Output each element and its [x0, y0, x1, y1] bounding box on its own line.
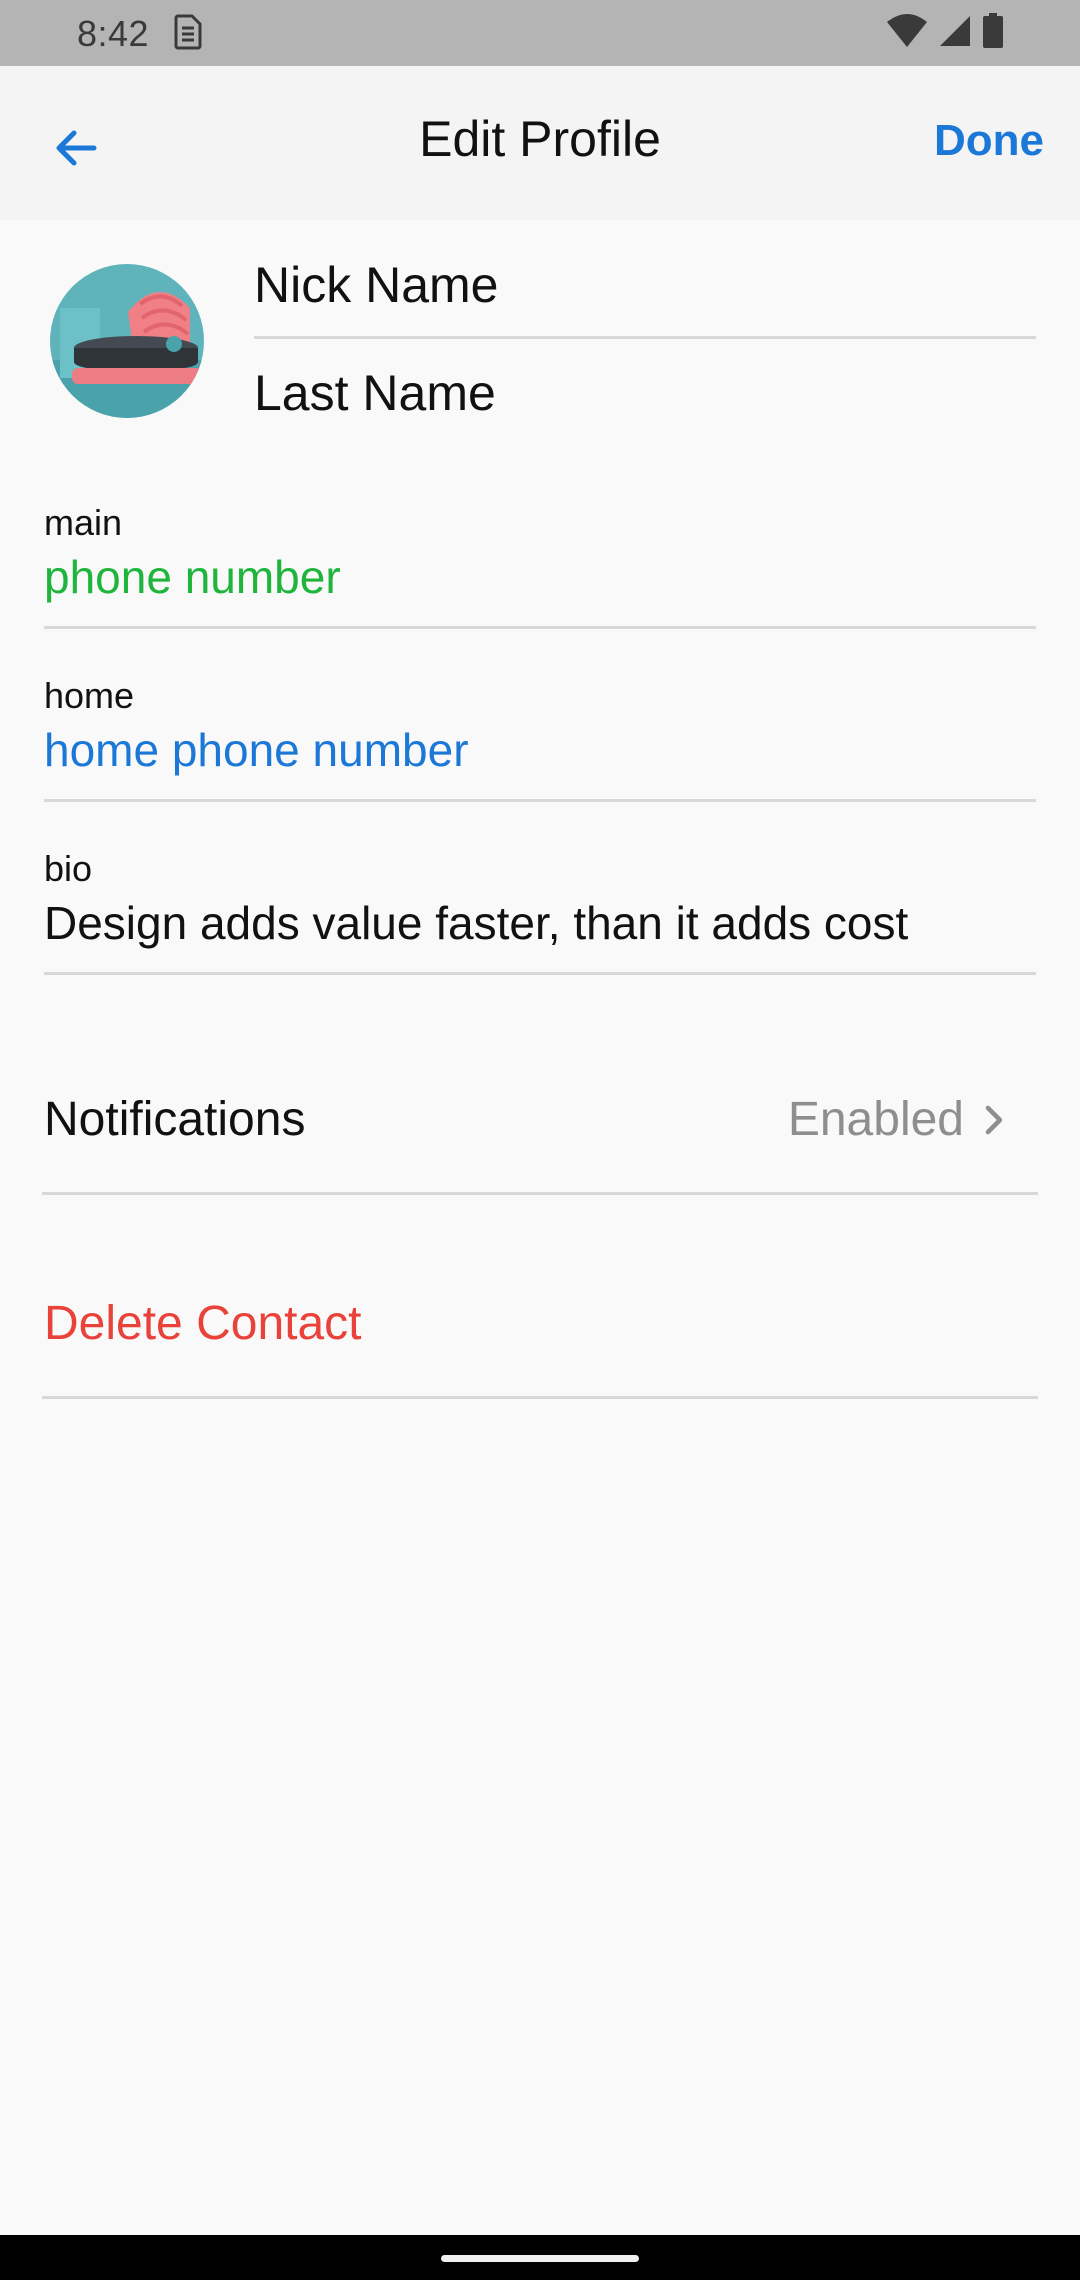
home-phone-label: home — [44, 675, 135, 716]
status-icons — [886, 12, 1004, 53]
wifi-icon — [886, 13, 928, 53]
system-nav-bar — [0, 2235, 1080, 2280]
delete-contact-button[interactable]: Delete Contact — [42, 1246, 1038, 1399]
battery-icon — [982, 12, 1004, 54]
cellular-signal-icon — [938, 14, 972, 53]
done-button[interactable]: Done — [934, 116, 1044, 166]
page-title: Edit Profile — [419, 111, 661, 167]
status-bar: 8:42 — [0, 0, 1080, 66]
avatar[interactable] — [50, 264, 204, 418]
home-phone-field[interactable]: home home phone number — [44, 675, 1036, 802]
notifications-label: Notifications — [44, 1093, 306, 1146]
chevron-right-icon — [985, 1105, 1003, 1135]
home-phone-value[interactable]: home phone number — [44, 723, 469, 777]
main-phone-label: main — [44, 502, 123, 543]
last-name-input[interactable] — [254, 362, 1036, 424]
bio-field[interactable]: bio Design adds value faster, than it ad… — [44, 848, 1036, 975]
bio-value[interactable]: Design adds value faster, than it adds c… — [44, 896, 908, 950]
sim-card-icon — [172, 14, 204, 50]
delete-contact-label: Delete Contact — [44, 1297, 362, 1350]
main-phone-field[interactable]: main phone number — [44, 502, 1036, 629]
home-indicator[interactable] — [441, 2255, 639, 2262]
notifications-row[interactable]: Notifications Enabled — [42, 1042, 1038, 1195]
name-divider — [254, 336, 1036, 339]
main-phone-value[interactable]: phone number — [44, 550, 341, 604]
nick-name-input[interactable] — [254, 254, 1036, 316]
bio-label: bio — [44, 848, 93, 889]
notifications-status: Enabled — [787, 1093, 964, 1146]
app-bar: Edit Profile Done — [0, 66, 1080, 220]
status-time: 8:42 — [77, 13, 150, 54]
